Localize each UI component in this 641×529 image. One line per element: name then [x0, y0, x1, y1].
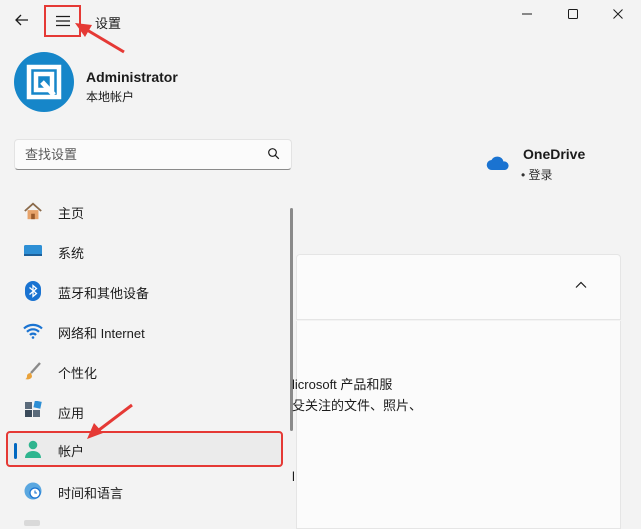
app-title: 设置	[95, 16, 122, 31]
nav-item-bluetooth[interactable]: 蓝牙和其他设备	[6, 273, 283, 309]
nav-label: 主页	[58, 206, 85, 221]
apps-icon	[23, 401, 43, 421]
avatar[interactable]	[14, 52, 74, 112]
close-icon	[613, 9, 623, 19]
expander-card-header[interactable]	[296, 254, 621, 320]
chevron-up-icon[interactable]	[574, 278, 588, 297]
account-type: 本地帐户	[86, 90, 135, 104]
wifi-icon	[23, 321, 43, 341]
nav-item-network[interactable]: 网络和 Internet	[6, 313, 283, 349]
nav-item-time-language[interactable]: 时间和语言	[6, 473, 283, 509]
bluetooth-icon	[23, 281, 43, 301]
home-icon	[23, 201, 43, 221]
nav-item-personalization[interactable]: 个性化	[6, 353, 283, 389]
display-icon	[23, 241, 43, 261]
account-icon	[23, 439, 43, 459]
search-input[interactable]	[15, 140, 255, 169]
nav-label: 网络和 Internet	[58, 326, 145, 341]
selection-indicator	[14, 443, 17, 459]
onedrive-sign-in-link[interactable]: • 登录	[521, 166, 553, 183]
user-name: Administrator	[86, 69, 178, 85]
onedrive-icon	[486, 155, 510, 176]
maximize-button[interactable]	[550, 0, 596, 28]
navigation-menu-button[interactable]	[44, 5, 81, 37]
minimize-button[interactable]	[504, 0, 550, 28]
nav-item-system[interactable]: 系统	[6, 233, 283, 269]
close-button[interactable]	[595, 0, 641, 28]
next-nav-icon-partial	[24, 520, 40, 526]
user-logo-icon	[26, 64, 62, 100]
nav-label: 时间和语言	[58, 486, 124, 501]
nav-label: 系统	[58, 246, 85, 261]
maximize-icon	[568, 9, 578, 19]
card-text-fragment: l	[292, 469, 295, 484]
paintbrush-icon	[23, 361, 43, 381]
nav-item-apps[interactable]: 应用	[6, 393, 283, 429]
nav-label: 蓝牙和其他设备	[58, 286, 150, 301]
onedrive-title: OneDrive	[523, 146, 586, 162]
search-icon[interactable]	[267, 147, 281, 166]
hamburger-menu-icon	[55, 15, 70, 27]
minimize-icon	[522, 13, 532, 15]
nav-item-accounts[interactable]: 帐户	[6, 431, 283, 467]
nav-label: 应用	[58, 406, 85, 421]
expander-card-body	[296, 321, 621, 529]
clock-globe-icon	[23, 481, 43, 501]
card-description-line-1: licrosoft 产品和服	[292, 377, 393, 392]
card-description-line-2: 殳关注的文件、照片、	[292, 398, 423, 413]
search-box[interactable]	[14, 139, 292, 170]
back-button[interactable]	[8, 6, 36, 34]
nav-label: 个性化	[58, 366, 98, 381]
nav-item-home[interactable]: 主页	[6, 193, 283, 229]
back-arrow-icon	[15, 14, 28, 26]
nav-label: 帐户	[58, 444, 85, 459]
